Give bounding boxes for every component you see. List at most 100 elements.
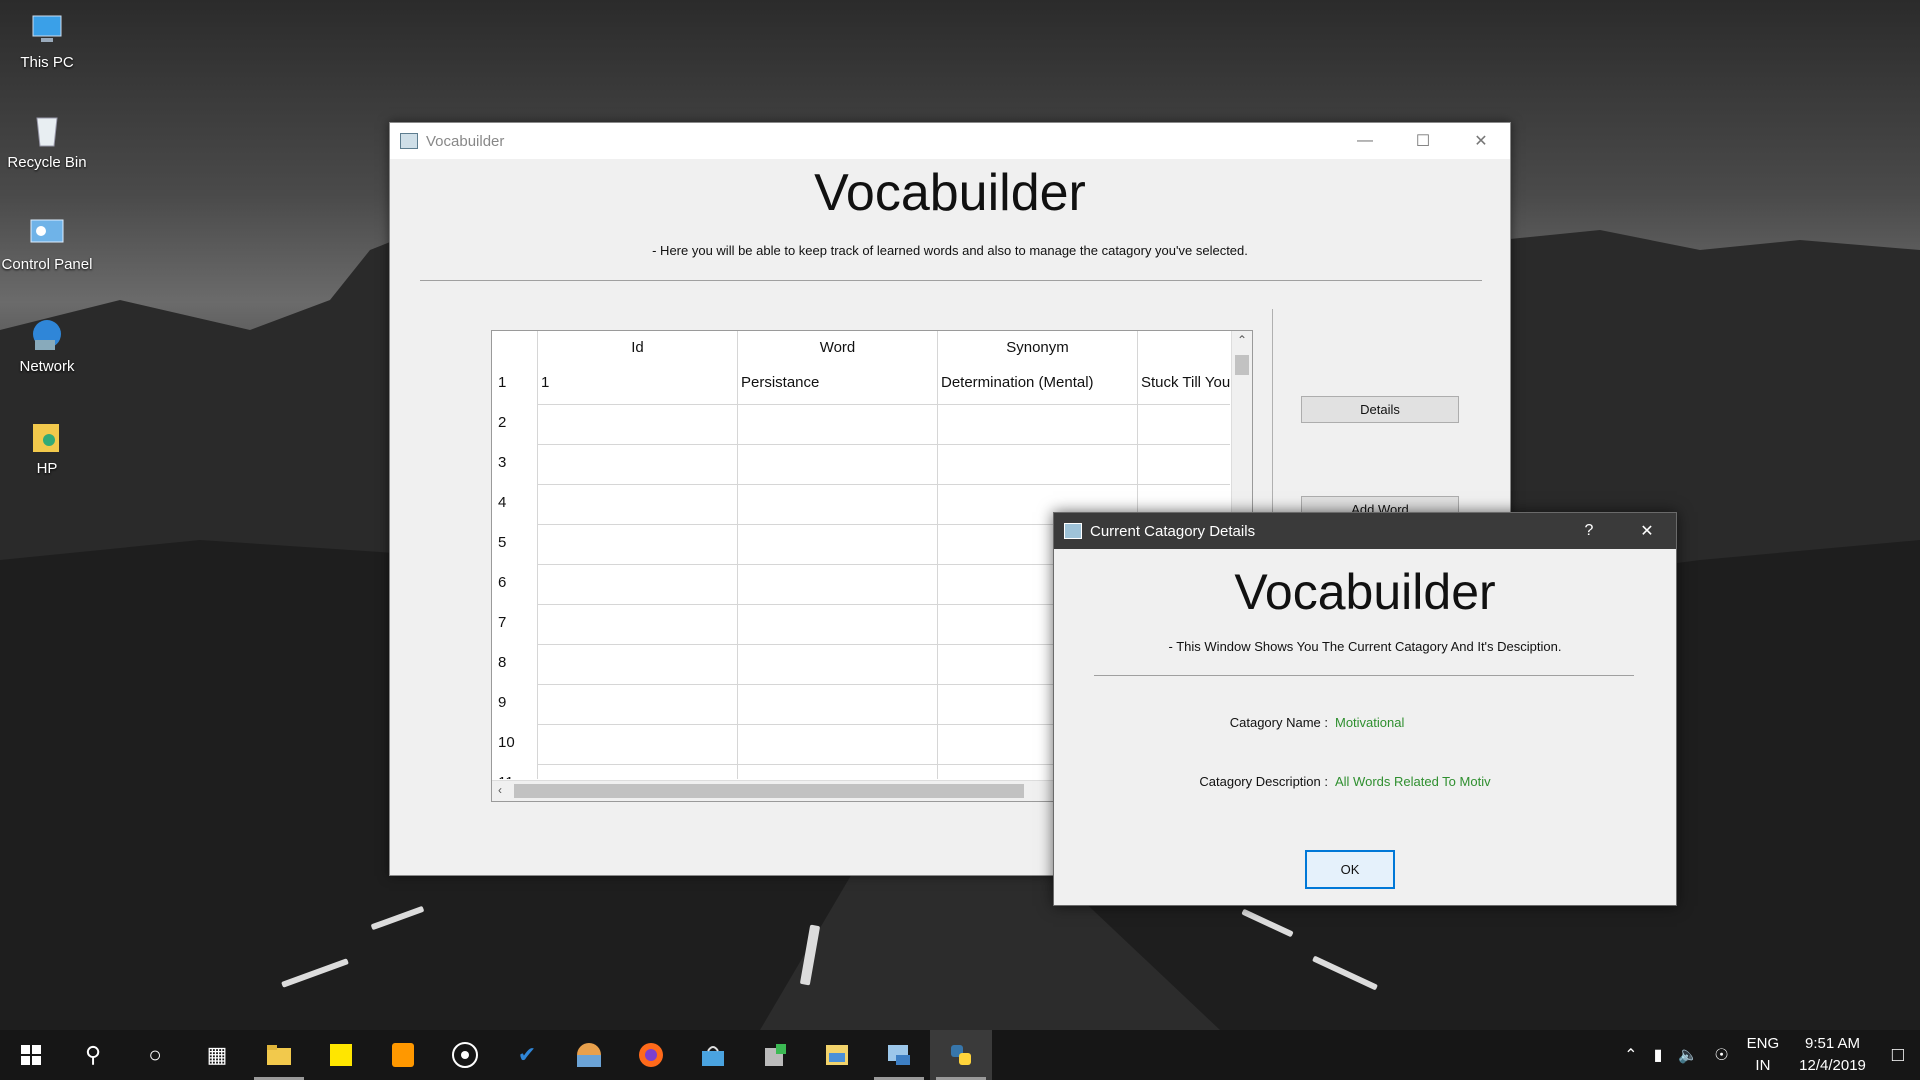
table-cell[interactable] bbox=[737, 605, 937, 645]
divider bbox=[1094, 675, 1634, 676]
task-view-icon[interactable]: ▦ bbox=[186, 1030, 248, 1080]
divider bbox=[420, 280, 1482, 281]
table-row[interactable]: 1 1 Persistance Determination (Mental) Stuck… bbox=[492, 365, 1230, 405]
table-cell[interactable] bbox=[537, 445, 737, 485]
help-button[interactable]: ? bbox=[1560, 513, 1618, 549]
photos-icon[interactable] bbox=[806, 1030, 868, 1080]
table-cell[interactable] bbox=[737, 645, 937, 685]
window-title: Vocabuilder bbox=[426, 132, 505, 150]
clock[interactable]: 9:51 AM 12/4/2019 bbox=[1799, 1033, 1866, 1077]
app-icon bbox=[400, 133, 418, 149]
main-titlebar[interactable]: Vocabuilder — ☐ ✕ bbox=[390, 123, 1510, 159]
row-header[interactable]: 9 bbox=[492, 685, 537, 725]
desktop-icon-hp[interactable]: HP bbox=[0, 416, 94, 477]
scrollbar-thumb[interactable] bbox=[1235, 355, 1249, 375]
table-cell[interactable] bbox=[537, 565, 737, 605]
table-cell[interactable] bbox=[537, 485, 737, 525]
table-cell[interactable]: Determination (Mental) bbox=[937, 365, 1137, 405]
row-header[interactable]: 2 bbox=[492, 405, 537, 445]
recycle-bin-icon bbox=[27, 110, 67, 150]
table-cell[interactable] bbox=[737, 725, 937, 765]
category-description-label: Catagory Description : bbox=[1199, 774, 1328, 789]
battery-icon[interactable]: ▮ bbox=[1654, 1045, 1663, 1065]
table-cell[interactable] bbox=[737, 765, 937, 779]
notification-icon[interactable]: □ bbox=[1892, 1044, 1904, 1067]
table-cell[interactable] bbox=[737, 405, 937, 445]
table-cell[interactable] bbox=[737, 485, 937, 525]
table-corner[interactable] bbox=[492, 331, 537, 365]
ok-button[interactable]: OK bbox=[1305, 850, 1395, 889]
table-cell[interactable] bbox=[937, 405, 1137, 445]
table-cell[interactable] bbox=[737, 525, 937, 565]
table-cell[interactable] bbox=[537, 645, 737, 685]
desktop-icon-this-pc[interactable]: This PC bbox=[0, 10, 94, 71]
close-button[interactable]: ✕ bbox=[1618, 513, 1676, 549]
minimize-button[interactable]: — bbox=[1336, 123, 1394, 159]
table-cell[interactable] bbox=[737, 685, 937, 725]
table-cell[interactable] bbox=[737, 445, 937, 485]
table-cell[interactable] bbox=[537, 765, 737, 779]
row-header[interactable]: 7 bbox=[492, 605, 537, 645]
firefox-icon[interactable] bbox=[620, 1030, 682, 1080]
table-cell[interactable] bbox=[537, 685, 737, 725]
file-explorer-icon[interactable] bbox=[248, 1030, 310, 1080]
column-header[interactable]: Me bbox=[1137, 331, 1230, 365]
desktop-icon-network[interactable]: Network bbox=[0, 314, 94, 375]
sublime-text-icon[interactable] bbox=[372, 1030, 434, 1080]
table-cell[interactable] bbox=[537, 405, 737, 445]
weather-icon[interactable] bbox=[558, 1030, 620, 1080]
maximize-button[interactable]: ☐ bbox=[1394, 123, 1452, 159]
table-cell[interactable] bbox=[937, 445, 1137, 485]
chevron-up-icon[interactable]: ⌃ bbox=[1624, 1045, 1637, 1065]
table-cell[interactable] bbox=[1137, 445, 1230, 485]
row-header[interactable]: 3 bbox=[492, 445, 537, 485]
sticky-notes-icon[interactable] bbox=[310, 1030, 372, 1080]
column-header[interactable]: Synonym bbox=[937, 331, 1137, 365]
scrollbar-thumb[interactable] bbox=[514, 784, 1024, 798]
table-cell[interactable]: 1 bbox=[537, 365, 737, 405]
start-icon[interactable] bbox=[0, 1030, 62, 1080]
package-icon[interactable] bbox=[744, 1030, 806, 1080]
todo-icon[interactable]: ✔ bbox=[496, 1030, 558, 1080]
obs-icon[interactable] bbox=[434, 1030, 496, 1080]
row-header[interactable]: 4 bbox=[492, 485, 537, 525]
desktop-icon-control-panel[interactable]: Control Panel bbox=[0, 212, 94, 273]
desktop-icon-recycle-bin[interactable]: Recycle Bin bbox=[0, 110, 94, 171]
table-row[interactable]: 3 bbox=[492, 445, 1230, 485]
control-panel-icon bbox=[27, 212, 67, 252]
python-icon[interactable] bbox=[930, 1030, 992, 1080]
scroll-left-icon[interactable]: ‹ bbox=[498, 783, 502, 797]
scroll-up-icon[interactable]: ⌃ bbox=[1237, 333, 1247, 347]
row-header[interactable]: 11 bbox=[492, 765, 537, 779]
table-row[interactable]: 2 bbox=[492, 405, 1230, 445]
column-header[interactable]: Word bbox=[737, 331, 937, 365]
row-header[interactable]: 10 bbox=[492, 725, 537, 765]
globe-icon[interactable]: ☉ bbox=[1714, 1045, 1728, 1065]
volume-icon[interactable]: 🔈 bbox=[1678, 1045, 1698, 1065]
computer-icon bbox=[27, 10, 67, 50]
row-header[interactable]: 6 bbox=[492, 565, 537, 605]
table-cell[interactable]: Stuck Till You bbox=[1137, 365, 1230, 405]
dialog-heading: Vocabuilder bbox=[1234, 564, 1496, 620]
page-title: Vocabuilder bbox=[814, 164, 1086, 222]
details-button[interactable]: Details bbox=[1301, 396, 1459, 423]
search-icon[interactable]: ⚲ bbox=[62, 1030, 124, 1080]
table-cell[interactable] bbox=[1137, 405, 1230, 445]
row-header[interactable]: 5 bbox=[492, 525, 537, 565]
category-name-label: Catagory Name : bbox=[1229, 715, 1328, 730]
language-indicator[interactable]: ENG IN bbox=[1747, 1033, 1780, 1077]
table-cell[interactable] bbox=[737, 565, 937, 605]
close-button[interactable]: ✕ bbox=[1452, 123, 1510, 159]
table-cell[interactable] bbox=[537, 725, 737, 765]
table-cell[interactable] bbox=[537, 525, 737, 565]
row-header[interactable]: 1 bbox=[492, 365, 537, 405]
store-icon[interactable] bbox=[682, 1030, 744, 1080]
cortana-icon[interactable]: ○ bbox=[124, 1030, 186, 1080]
dialog-titlebar[interactable]: Current Catagory Details ? ✕ bbox=[1054, 513, 1676, 549]
table-cell[interactable] bbox=[537, 605, 737, 645]
system-tray: ⌃ ▮ 🔈 ☉ ENG IN 9:51 AM 12/4/2019 □ bbox=[1616, 1030, 1920, 1080]
row-header[interactable]: 8 bbox=[492, 645, 537, 685]
remote-desktop-icon[interactable] bbox=[868, 1030, 930, 1080]
table-cell[interactable]: Persistance bbox=[737, 365, 937, 405]
column-header[interactable]: Id bbox=[537, 331, 737, 365]
